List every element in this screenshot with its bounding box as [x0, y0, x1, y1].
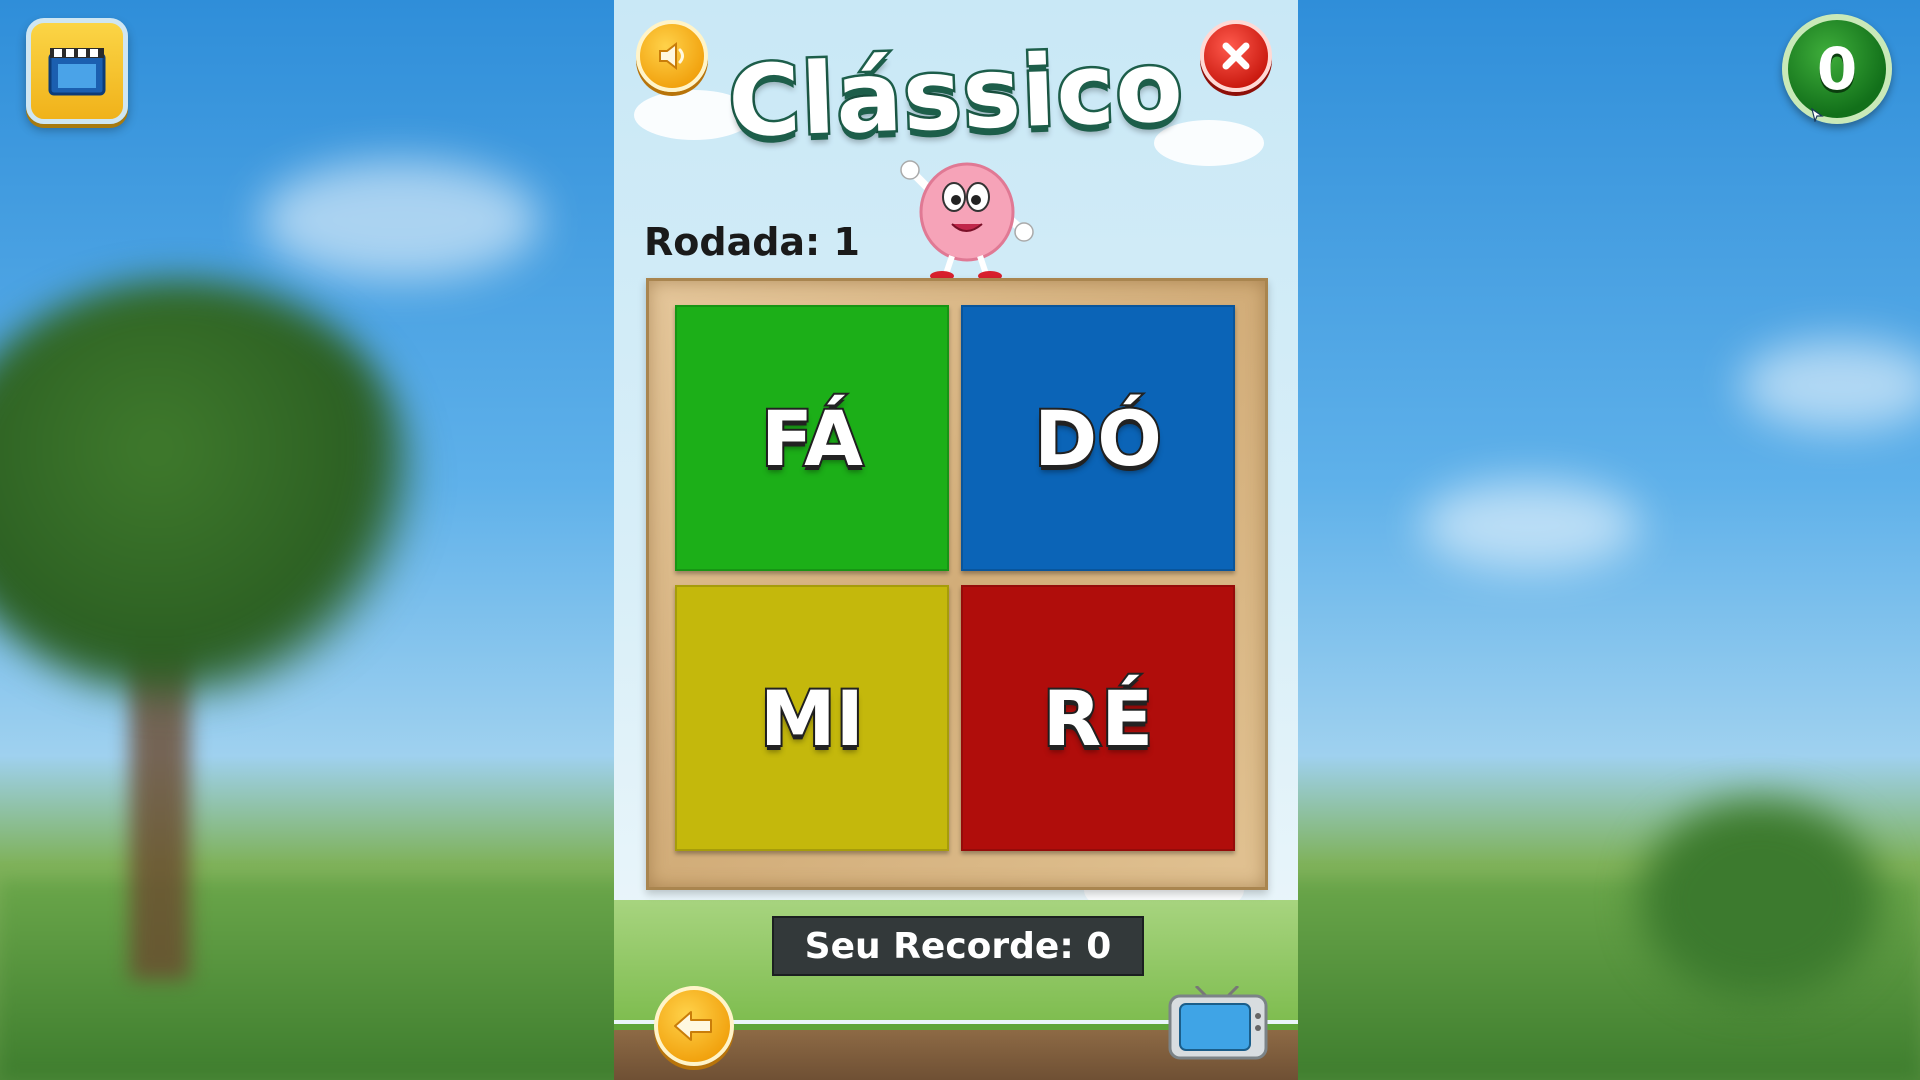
tile-do[interactable]: DÓ: [961, 305, 1235, 571]
tile-mi[interactable]: MI: [675, 585, 949, 851]
background-bush: [1640, 800, 1880, 1000]
round-label: Rodada: 1: [644, 220, 860, 264]
cursor-icon: [1811, 108, 1824, 122]
tv-icon[interactable]: [1166, 986, 1272, 1064]
tile-re[interactable]: RÉ: [961, 585, 1235, 851]
tile-label: FÁ: [759, 392, 865, 485]
tile-fa[interactable]: FÁ: [675, 305, 949, 571]
background-cloud: [260, 160, 540, 280]
tile-label: MI: [758, 672, 866, 765]
score-value: 0: [1816, 35, 1858, 103]
game-screen: 0 Clássico Rodada: 1 FÁ DÓ MI RÉ Seu Rec…: [0, 0, 1920, 1080]
record-label: Seu Recorde: 0: [772, 916, 1144, 976]
game-title: Clássico: [724, 28, 1188, 163]
score-badge: 0: [1782, 14, 1892, 124]
tile-label: RÉ: [1041, 672, 1155, 765]
tile-board: FÁ DÓ MI RÉ: [646, 278, 1268, 890]
video-reward-icon: [48, 48, 106, 96]
game-panel: Clássico Rodada: 1 FÁ DÓ MI RÉ Seu Recor…: [614, 0, 1298, 1080]
video-reward-button[interactable]: [26, 18, 128, 124]
tile-label: DÓ: [1032, 392, 1164, 485]
back-button[interactable]: [654, 986, 734, 1066]
back-arrow-icon: [674, 1011, 712, 1041]
background-cloud: [1740, 340, 1920, 430]
background-cloud: [1420, 480, 1640, 570]
background-tree: [0, 280, 420, 700]
pink-mascot: [900, 160, 1034, 281]
